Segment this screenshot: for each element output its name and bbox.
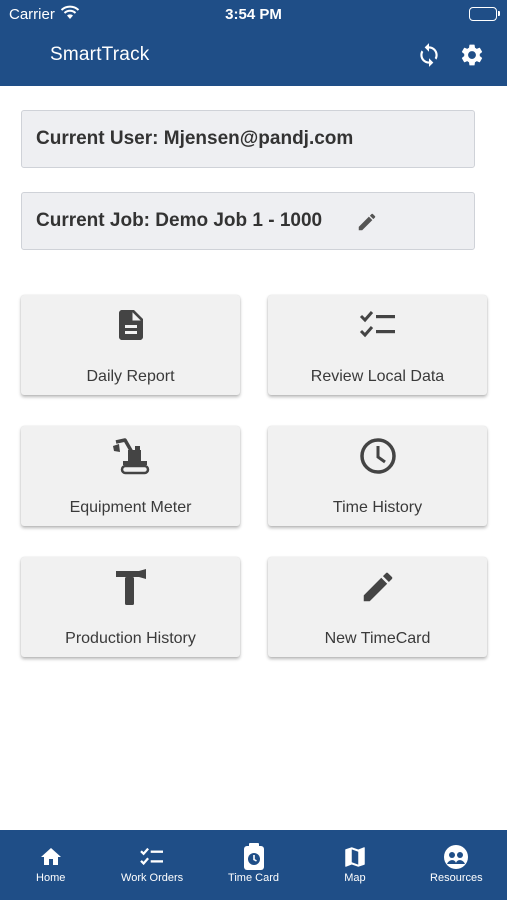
review-local-data-label: Review Local Data — [310, 368, 445, 385]
time-history-button[interactable]: Time History — [268, 426, 487, 526]
nav-home[interactable]: Home — [0, 830, 101, 900]
excavator-icon — [21, 436, 240, 476]
document-icon — [21, 305, 240, 345]
nav-work-orders-label: Work Orders — [121, 872, 184, 884]
time-history-label: Time History — [332, 499, 423, 516]
current-job-label: Current Job: Demo Job 1 - 1000 — [36, 210, 323, 231]
nav-time-card[interactable]: Time Card — [203, 830, 304, 900]
daily-report-button[interactable]: Daily Report — [21, 295, 240, 395]
checklist-icon — [268, 305, 487, 345]
timecard-icon — [203, 843, 304, 870]
gear-icon[interactable] — [459, 42, 485, 68]
new-timecard-label: New TimeCard — [324, 630, 431, 647]
review-local-data-button[interactable]: Review Local Data — [268, 295, 487, 395]
battery-icon — [469, 7, 500, 21]
nav-home-label: Home — [36, 872, 66, 884]
current-job-box[interactable]: Current Job: Demo Job 1 - 1000 — [21, 192, 475, 250]
new-timecard-button[interactable]: New TimeCard — [268, 557, 487, 657]
nav-map[interactable]: Map — [304, 830, 405, 900]
app-bar: SmartTrack — [0, 28, 507, 86]
bottom-nav: Home Work Orders Time Card Map Resources — [0, 830, 507, 900]
app-title: SmartTrack — [50, 44, 150, 65]
nav-resources[interactable]: Resources — [406, 830, 507, 900]
sync-icon[interactable] — [416, 42, 442, 68]
pencil-icon — [268, 567, 487, 607]
clock-icon — [268, 436, 487, 476]
production-history-button[interactable]: Production History — [21, 557, 240, 657]
nav-work-orders[interactable]: Work Orders — [101, 830, 202, 900]
production-history-label: Production History — [65, 630, 196, 647]
nav-time-card-label: Time Card — [228, 872, 279, 884]
edit-icon[interactable] — [356, 211, 378, 233]
hammer-icon — [21, 567, 240, 607]
nav-resources-label: Resources — [430, 872, 483, 884]
nav-map-label: Map — [344, 872, 366, 884]
map-icon — [304, 844, 405, 870]
current-user-box: Current User: Mjensen@pandj.com — [21, 110, 475, 168]
current-user-label: Current User: Mjensen@pandj.com — [36, 128, 354, 149]
home-icon — [0, 844, 101, 870]
equipment-meter-label: Equipment Meter — [69, 499, 192, 516]
equipment-meter-button[interactable]: Equipment Meter — [21, 426, 240, 526]
resources-icon — [406, 844, 507, 870]
daily-report-label: Daily Report — [86, 368, 175, 385]
clock-time: 3:54 PM — [225, 6, 282, 23]
checklist-icon — [101, 844, 202, 870]
status-bar: Carrier 3:54 PM — [0, 0, 507, 28]
